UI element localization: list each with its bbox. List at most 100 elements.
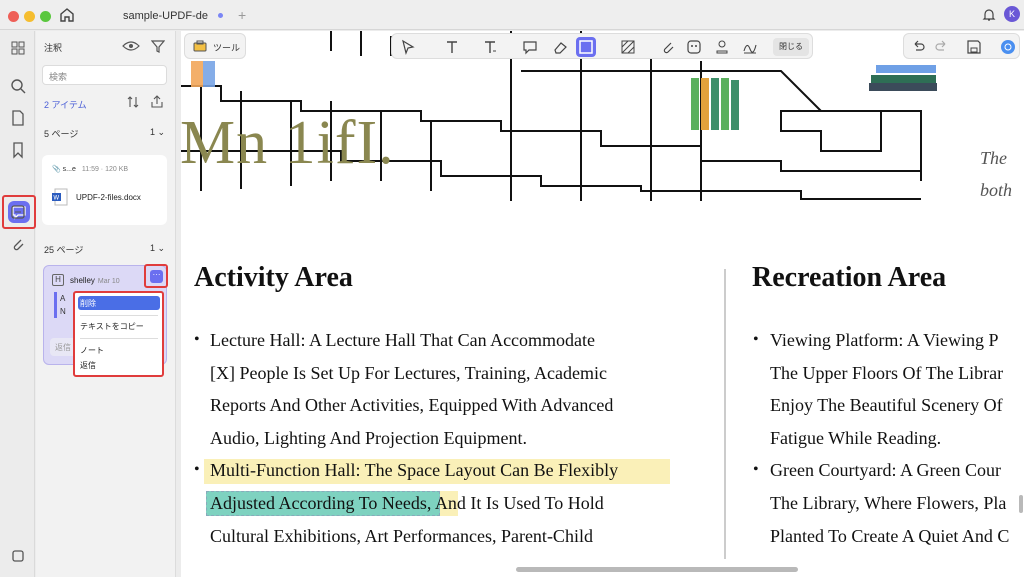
attachment-file-name: UPDF-2-files.docx	[76, 193, 141, 202]
minimize-window-button[interactable]	[24, 11, 35, 22]
menu-item-note[interactable]: ノート	[80, 345, 104, 356]
bell-icon[interactable]	[981, 7, 997, 23]
menu-divider	[80, 315, 158, 316]
attachment-icon[interactable]	[7, 233, 29, 255]
stamp-icon[interactable]	[714, 39, 730, 55]
word-file-icon: W	[52, 188, 68, 206]
body-line: The Upper Floors Of The Librar	[770, 363, 1004, 383]
body-line: Viewing Platform: A Viewing P	[770, 330, 999, 350]
page-title-graphic: Mn 1ifI.	[180, 109, 395, 177]
window-titlebar: sample-UPDF-de + K	[0, 0, 1024, 30]
zoom-window-button[interactable]	[40, 11, 51, 22]
note-icon[interactable]	[522, 39, 538, 55]
more-button-highlight: ···	[144, 264, 168, 288]
item-count: 2 アイテム	[44, 100, 87, 110]
home-icon[interactable]	[58, 6, 76, 24]
eraser-icon[interactable]	[552, 39, 568, 55]
pages-icon[interactable]	[7, 107, 29, 129]
updf-ai-icon[interactable]	[1000, 39, 1016, 55]
history-toolbar	[903, 33, 1020, 59]
body-line: The Library, Where Flowers, Pla	[770, 493, 1007, 513]
share-icon[interactable]	[150, 95, 164, 109]
menu-item-delete[interactable]: 削除	[80, 298, 96, 309]
attachment-meta: 11:59 · 120 KB	[81, 166, 129, 173]
unsaved-indicator	[218, 13, 223, 18]
page-group-header[interactable]: 5 ページ	[44, 127, 78, 140]
page-group-count: 1 ⌄	[150, 127, 166, 137]
menu-item-copy-text[interactable]: テキストをコピー	[80, 321, 144, 332]
body-line: Green Courtyard: A Green Cour	[770, 460, 1001, 480]
bookmark-icon[interactable]	[7, 139, 29, 161]
author-name: shelley	[70, 276, 95, 285]
body-line: Planted To Create A Quiet And C	[770, 526, 1010, 546]
left-rail	[0, 31, 36, 577]
search-icon[interactable]	[7, 75, 29, 97]
page-group-header[interactable]: 25 ページ	[44, 243, 83, 256]
highlight-icon: H	[52, 274, 64, 286]
rectangle-tool-button[interactable]	[576, 37, 596, 57]
area-highlight-icon[interactable]	[620, 39, 636, 55]
more-options-button[interactable]: ···	[150, 270, 163, 283]
paperclip-icon: 📎	[52, 166, 61, 173]
filter-icon[interactable]	[151, 39, 165, 53]
cutoff-italic-line: both	[980, 180, 1013, 200]
comment-date: Mar 10	[97, 278, 120, 285]
body-line: Cultural Exhibitions, Art Performances, …	[210, 526, 593, 546]
undo-icon[interactable]	[910, 39, 926, 55]
recreation-area-heading: Recreation Area	[752, 262, 947, 293]
body-line: Enjoy The Beautiful Scenery Of	[770, 395, 1003, 415]
horizontal-scrollbar[interactable]	[516, 567, 798, 572]
tools-label: ツール	[213, 43, 241, 53]
select-cursor-icon[interactable]	[400, 39, 416, 55]
bullet-icon: •	[194, 461, 200, 478]
sticker-icon[interactable]	[686, 39, 702, 55]
toolbox-icon	[193, 40, 207, 52]
body-line: Reports And Other Activities, Equipped W…	[210, 395, 614, 415]
redo-icon[interactable]	[934, 39, 950, 55]
close-toolbar-button[interactable]: 閉じる	[773, 38, 809, 56]
cutoff-italic-line: The	[980, 148, 1007, 168]
attach-file-icon[interactable]	[660, 39, 676, 55]
body-line: [X] People Is Set Up For Lectures, Train…	[210, 363, 607, 383]
attachment-row: 📎 s...e 11:59 · 120 KB	[52, 165, 128, 173]
bullet-icon: •	[753, 461, 759, 478]
vertical-scrollbar[interactable]	[1019, 495, 1023, 513]
signature-icon[interactable]	[742, 39, 758, 55]
svg-text:W: W	[53, 195, 59, 202]
body-line: Adjusted According To Needs, And It Is U…	[210, 493, 604, 513]
group-count: 1	[150, 243, 156, 253]
close-window-button[interactable]	[8, 11, 19, 22]
text-icon[interactable]	[444, 39, 460, 55]
text-box-icon[interactable]	[482, 39, 498, 55]
activity-area-heading: Activity Area	[194, 262, 353, 293]
attachment-short-name: s...e	[62, 166, 76, 173]
column-divider	[724, 269, 726, 559]
attachment-card[interactable]: 📎 s...e 11:59 · 120 KB W UPDF-2-files.do…	[42, 155, 167, 225]
layers-icon[interactable]	[7, 545, 29, 567]
rectangle-icon	[579, 40, 593, 54]
tools-button[interactable]: ツール	[184, 33, 246, 59]
body-line: Fatigue While Reading.	[770, 428, 942, 448]
page-group-count: 1 ⌄	[150, 243, 166, 253]
sort-icon[interactable]	[126, 95, 140, 109]
menu-item-reply[interactable]: 返信	[80, 360, 96, 371]
quoted-text: A N	[60, 292, 66, 318]
eye-icon[interactable]	[122, 40, 140, 52]
save-icon[interactable]	[966, 39, 982, 55]
bullet-icon: •	[194, 331, 200, 348]
quote-line: N	[60, 307, 66, 316]
comment-author: shelley Mar 10	[70, 276, 120, 285]
form-icon[interactable]	[7, 201, 29, 223]
context-menu: 削除 テキストをコピー ノート 返信	[73, 291, 164, 377]
body-line: Multi-Function Hall: The Space Layout Ca…	[210, 460, 619, 480]
quote-line: A	[60, 294, 66, 303]
avatar[interactable]: K	[1004, 6, 1020, 22]
group-count: 1	[150, 127, 156, 137]
new-tab-button[interactable]: +	[238, 7, 246, 23]
body-line: Audio, Lighting And Projection Equipment…	[210, 428, 527, 448]
thumbnails-icon[interactable]	[7, 37, 29, 59]
quote-bar	[54, 292, 57, 318]
panel-title: 注釈	[44, 43, 63, 53]
search-input[interactable]: 検索	[42, 65, 167, 85]
annotation-toolbar: 閉じる	[391, 33, 813, 59]
